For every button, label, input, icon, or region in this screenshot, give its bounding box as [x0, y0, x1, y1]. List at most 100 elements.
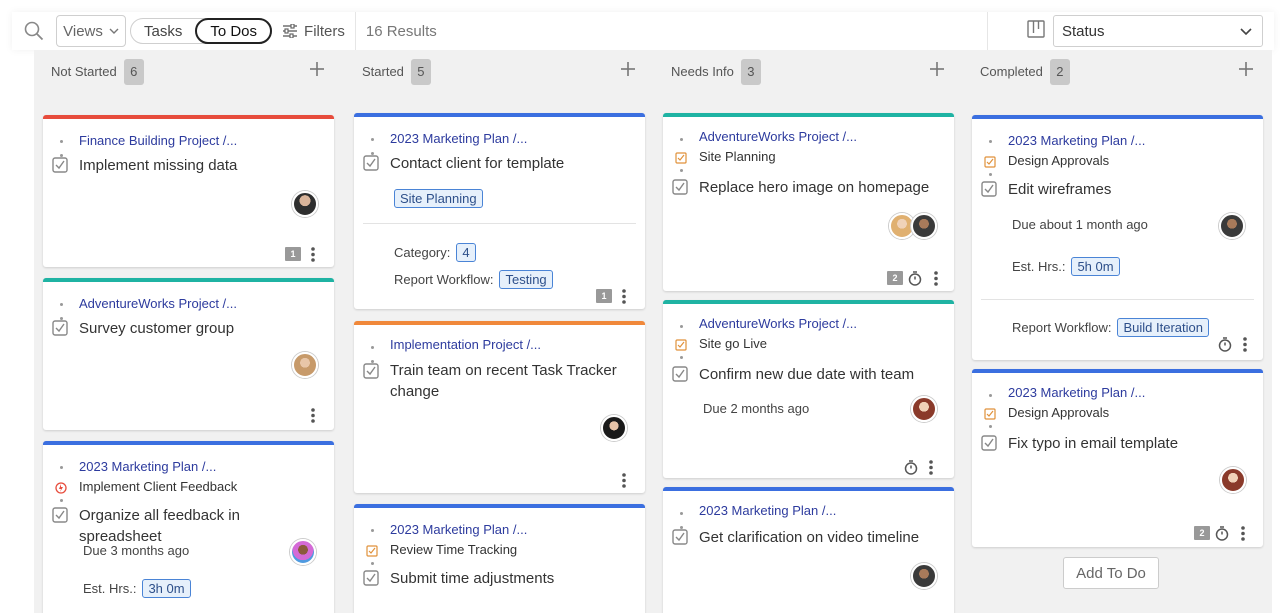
- tag-pill[interactable]: Site Planning: [394, 189, 483, 208]
- more-vertical-icon[interactable]: [1243, 337, 1247, 352]
- todo-checkbox-icon[interactable]: [363, 155, 379, 171]
- todo-checkbox-icon[interactable]: [672, 366, 688, 382]
- todo-checkbox-icon[interactable]: [52, 320, 68, 336]
- todo-card[interactable]: AdventureWorks Project /... Site Plannin…: [663, 113, 954, 291]
- board-view-icon[interactable]: [1027, 20, 1045, 38]
- todo-checkbox-icon[interactable]: [52, 157, 68, 173]
- card-title[interactable]: Implement missing data: [79, 155, 324, 176]
- todo-card[interactable]: Finance Building Project /... Implement …: [43, 115, 334, 267]
- views-dropdown[interactable]: Views: [56, 15, 126, 47]
- todo-checkbox-icon[interactable]: [363, 570, 379, 586]
- plus-icon[interactable]: [1239, 62, 1253, 76]
- more-vertical-icon[interactable]: [622, 473, 626, 488]
- more-vertical-icon[interactable]: [622, 289, 626, 304]
- todo-checkbox-icon[interactable]: [672, 529, 688, 545]
- more-vertical-icon[interactable]: [311, 408, 315, 423]
- todo-card[interactable]: Implementation Project /... Train team o…: [354, 321, 645, 493]
- avatar[interactable]: [911, 563, 937, 589]
- card-title[interactable]: Contact client for template: [390, 153, 635, 174]
- plus-icon[interactable]: [930, 62, 944, 76]
- todo-card[interactable]: 2023 Marketing Plan /... Contact client …: [354, 113, 645, 309]
- avatar[interactable]: [601, 415, 627, 441]
- comment-count-icon[interactable]: 1: [596, 289, 612, 303]
- card-project-link[interactable]: 2023 Marketing Plan /...: [699, 503, 836, 518]
- add-todo-button[interactable]: Add To Do: [1063, 557, 1159, 589]
- card-project-link[interactable]: 2023 Marketing Plan /...: [1008, 133, 1145, 148]
- card-project-link[interactable]: 2023 Marketing Plan /...: [390, 522, 527, 537]
- subtask-checkbox-icon: [984, 408, 996, 420]
- column-title: Started: [362, 64, 404, 79]
- comment-count-icon[interactable]: 1: [285, 247, 301, 261]
- alert-icon: [55, 482, 67, 494]
- comment-count-icon[interactable]: 2: [1194, 526, 1210, 540]
- todo-card[interactable]: 2023 Marketing Plan /... Get clarificati…: [663, 487, 954, 613]
- stopwatch-icon[interactable]: [1215, 526, 1229, 541]
- plus-icon[interactable]: [621, 62, 635, 76]
- card-project-link[interactable]: AdventureWorks Project /...: [699, 129, 857, 144]
- card-title[interactable]: Survey customer group: [79, 318, 324, 339]
- toolbar-divider: [354, 12, 356, 50]
- card-project-link[interactable]: Implementation Project /...: [390, 337, 541, 352]
- card-subtask: Site go Live: [699, 336, 767, 351]
- workflow-label: Report Workflow:: [1012, 320, 1112, 335]
- views-label: Views: [63, 22, 103, 40]
- card-subtask: Design Approvals: [1008, 153, 1110, 168]
- card-title[interactable]: Edit wireframes: [1008, 179, 1253, 200]
- tab-todos[interactable]: To Dos: [195, 18, 273, 44]
- avatar[interactable]: [290, 539, 316, 565]
- todo-checkbox-icon[interactable]: [672, 179, 688, 195]
- todo-card[interactable]: 2023 Marketing Plan /... Design Approval…: [972, 369, 1263, 547]
- todo-card[interactable]: 2023 Marketing Plan /... Design Approval…: [972, 115, 1263, 360]
- avatar[interactable]: [292, 352, 318, 378]
- sliders-icon: [283, 24, 298, 38]
- plus-icon[interactable]: [310, 62, 324, 76]
- todo-checkbox-icon[interactable]: [981, 435, 997, 451]
- more-vertical-icon[interactable]: [929, 460, 933, 475]
- card-title[interactable]: Train team on recent Task Tracker change: [390, 360, 635, 402]
- search-button[interactable]: [12, 12, 56, 50]
- stopwatch-icon[interactable]: [1218, 337, 1232, 352]
- card-title[interactable]: Fix typo in email template: [1008, 433, 1253, 454]
- card-title[interactable]: Get clarification on video timeline: [699, 527, 944, 548]
- card-title[interactable]: Submit time adjustments: [390, 568, 635, 589]
- stopwatch-icon[interactable]: [904, 460, 918, 475]
- card-project-link[interactable]: 2023 Marketing Plan /...: [1008, 385, 1145, 400]
- more-vertical-icon[interactable]: [934, 271, 938, 286]
- card-title[interactable]: Replace hero image on homepage: [699, 177, 944, 198]
- group-by-select[interactable]: Status: [1053, 15, 1263, 47]
- comment-count-icon[interactable]: 2: [887, 271, 903, 285]
- card-title[interactable]: Confirm new due date with team: [699, 364, 944, 385]
- todo-card[interactable]: 2023 Marketing Plan /... Implement Clien…: [43, 441, 334, 613]
- card-subtask: Implement Client Feedback: [79, 479, 238, 494]
- filters-button[interactable]: Filters: [282, 23, 345, 40]
- avatar[interactable]: [911, 396, 937, 422]
- avatar[interactable]: [1219, 213, 1245, 239]
- todo-checkbox-icon[interactable]: [981, 181, 997, 197]
- card-project-link[interactable]: AdventureWorks Project /...: [699, 316, 857, 331]
- todo-checkbox-icon[interactable]: [363, 363, 379, 379]
- card-project-link[interactable]: 2023 Marketing Plan /...: [79, 459, 216, 474]
- card-project-link[interactable]: 2023 Marketing Plan /...: [390, 131, 527, 146]
- card-project-link[interactable]: Finance Building Project /...: [79, 133, 237, 148]
- stopwatch-icon[interactable]: [908, 271, 922, 286]
- card-divider: [363, 223, 636, 224]
- column-body: AdventureWorks Project /... Site Plannin…: [654, 93, 962, 613]
- tree-dot: [680, 325, 683, 328]
- avatar[interactable]: [292, 191, 318, 217]
- more-vertical-icon[interactable]: [1241, 526, 1245, 541]
- avatar[interactable]: [911, 213, 937, 239]
- more-vertical-icon[interactable]: [311, 247, 315, 262]
- column-completed: Completed 2 2023 Marketing Plan /... Des…: [963, 50, 1271, 613]
- card-project-link[interactable]: AdventureWorks Project /...: [79, 296, 237, 311]
- todo-card[interactable]: AdventureWorks Project /... Survey custo…: [43, 278, 334, 430]
- todo-card[interactable]: 2023 Marketing Plan /... Review Time Tra…: [354, 504, 645, 613]
- todo-checkbox-icon[interactable]: [52, 507, 68, 523]
- card-est-hours: Est. Hrs.: 3h 0m: [83, 579, 191, 598]
- tree-dot: [989, 173, 992, 176]
- tab-tasks[interactable]: Tasks: [131, 18, 195, 44]
- avatar[interactable]: [1220, 467, 1246, 493]
- category-value: 4: [456, 243, 476, 262]
- column-body: 2023 Marketing Plan /... Design Approval…: [963, 93, 1271, 613]
- card-title[interactable]: Organize all feedback in spreadsheet: [79, 505, 324, 547]
- todo-card[interactable]: AdventureWorks Project /... Site go Live…: [663, 300, 954, 478]
